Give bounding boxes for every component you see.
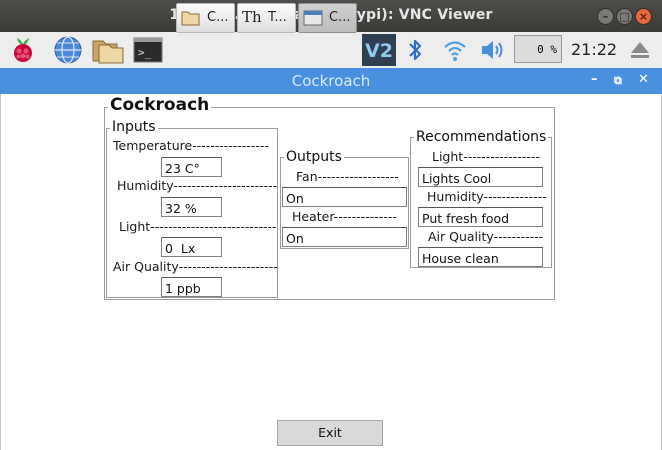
humidity-recommendation-label: Humidity-------------- (427, 189, 547, 204)
taskbar-item-label: T... (268, 10, 287, 25)
taskbar-item-label: C... (207, 10, 229, 25)
wifi-icon[interactable] (441, 36, 469, 66)
air-quality-field[interactable] (161, 277, 222, 297)
app-window-title: Cockroach (291, 72, 371, 90)
light-field[interactable] (161, 237, 222, 257)
humidity-label: Humidity----------------------- (117, 178, 278, 193)
fan-label: Fan------------------ (296, 169, 399, 184)
taskbar-item-file-manager[interactable]: C... (176, 3, 235, 33)
raspberry-menu-icon[interactable] (8, 34, 38, 64)
air-quality-recommendation-field[interactable] (418, 247, 543, 267)
light-recommendation-field[interactable] (418, 167, 543, 187)
light-label: Light---------------------------- (119, 219, 277, 234)
taskbar-item-cockroach[interactable]: C... (298, 3, 357, 33)
terminal-icon[interactable]: >_ (133, 35, 163, 65)
air-quality-recommendation-label: Air Quality----------- (428, 229, 544, 244)
app-minimize-button[interactable]: – (591, 72, 598, 87)
app-close-button[interactable]: ✕ (638, 72, 649, 87)
outputs-legend: Outputs (284, 149, 344, 165)
vnc-server-icon[interactable]: V2 (362, 34, 396, 66)
minimize-window-button[interactable]: – (597, 8, 614, 25)
app-maximize-button[interactable]: ⧉ (614, 74, 622, 88)
taskbar-item-font-viewer[interactable]: Th T... (237, 3, 296, 33)
bluetooth-icon[interactable] (405, 36, 425, 66)
folder-icon (181, 11, 200, 26)
volume-icon[interactable] (478, 36, 506, 66)
close-window-button[interactable]: × (635, 8, 652, 25)
taskbar-item-label: C... (329, 10, 351, 25)
recommendations-legend: Recommendations (414, 129, 549, 145)
humidity-recommendation-field[interactable] (418, 207, 543, 227)
inputs-legend: Inputs (110, 119, 158, 135)
heater-label: Heater-------------- (292, 209, 397, 224)
fan-field[interactable] (282, 187, 407, 207)
cpu-usage-monitor[interactable]: 0 % (514, 35, 562, 63)
eject-icon[interactable] (628, 38, 652, 68)
heater-field[interactable] (282, 227, 407, 247)
maximize-window-button[interactable]: □ (616, 8, 633, 25)
file-manager-icon[interactable] (91, 35, 125, 65)
temperature-field[interactable] (161, 157, 222, 177)
web-browser-icon[interactable] (53, 35, 83, 65)
svg-text:>_: >_ (138, 46, 152, 59)
temperature-label: Temperature----------------- (113, 138, 269, 153)
app-window-icon (303, 10, 323, 26)
svg-text:V2: V2 (365, 40, 393, 62)
panel-clock[interactable]: 21:22 (571, 40, 617, 59)
app-border-left (0, 94, 1, 450)
page-title: Cockroach (108, 95, 212, 115)
app-title-bar: Cockroach – ⧉ ✕ (0, 68, 662, 94)
font-icon: Th (242, 8, 262, 26)
exit-button[interactable]: Exit (277, 420, 383, 446)
humidity-field[interactable] (161, 197, 222, 217)
light-recommendation-label: Light----------------- (432, 149, 540, 164)
air-quality-label: Air Quality---------------------- (113, 259, 278, 274)
